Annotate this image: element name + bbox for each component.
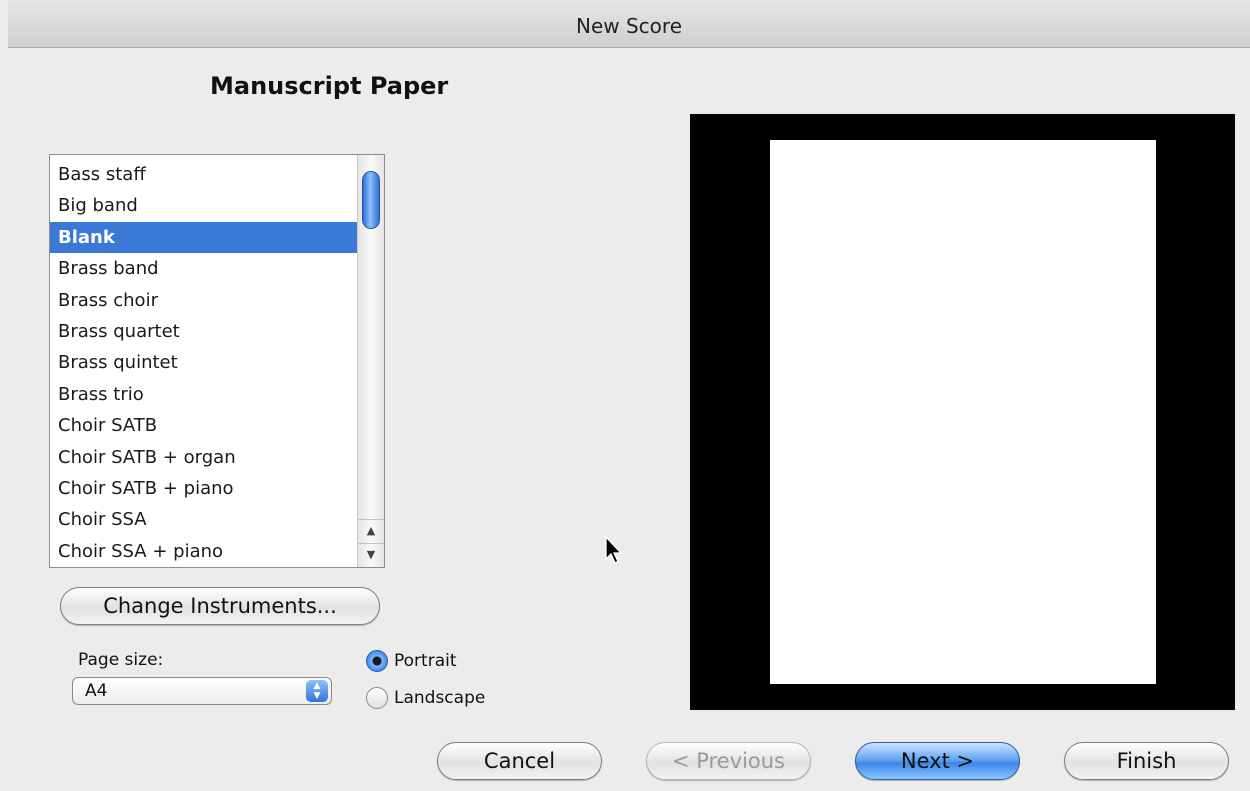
window-title-bar: New Score xyxy=(8,0,1250,48)
list-item[interactable]: Choir SATB + organ xyxy=(50,442,357,473)
page-size-value: A4 xyxy=(85,681,108,701)
finish-button[interactable]: Finish xyxy=(1064,742,1229,780)
list-item[interactable]: Bass staff xyxy=(50,159,357,190)
cancel-button[interactable]: Cancel xyxy=(437,742,602,780)
list-item[interactable]: Brass band xyxy=(50,253,357,284)
landscape-label: Landscape xyxy=(394,688,486,708)
list-items-container: Bass staff Big band Blank Brass band Brass c… xyxy=(50,159,357,567)
section-title: Manuscript Paper xyxy=(210,72,449,100)
list-item[interactable]: Choir SATB + piano xyxy=(50,473,357,504)
page-size-select[interactable]: A4 ▲ ▼ xyxy=(72,677,332,705)
list-item[interactable]: Big band xyxy=(50,190,357,221)
landscape-radio[interactable]: Landscape xyxy=(366,687,485,709)
manuscript-paper-list[interactable]: Bass staff Big band Blank Brass band Brass c… xyxy=(49,154,385,568)
list-item[interactable]: Brass trio xyxy=(50,379,357,410)
list-item[interactable]: Brass quartet xyxy=(50,316,357,347)
list-item[interactable]: Brass quintet xyxy=(50,347,357,378)
triangle-up-icon[interactable]: ▲ xyxy=(358,519,384,541)
radio-selected-icon xyxy=(366,650,388,672)
list-scrollbar[interactable]: ▲ ▼ xyxy=(357,155,384,567)
portrait-radio[interactable]: Portrait xyxy=(366,650,457,672)
page-size-label: Page size: xyxy=(78,650,164,670)
list-item[interactable]: Choir SSA + piano xyxy=(50,536,357,567)
list-item[interactable]: Blank xyxy=(50,221,357,254)
list-item[interactable]: Choir SATB xyxy=(50,410,357,441)
previous-button[interactable]: < Previous xyxy=(646,742,811,780)
list-item[interactable]: Brass choir xyxy=(50,285,357,316)
radio-unselected-icon xyxy=(366,687,388,709)
change-instruments-button[interactable]: Change Instruments... xyxy=(60,587,380,625)
blank-paper-preview xyxy=(770,140,1156,684)
next-button[interactable]: Next > xyxy=(855,742,1020,780)
window-title: New Score xyxy=(576,14,682,38)
scroll-thumb[interactable] xyxy=(362,171,380,229)
list-item[interactable]: Choir SSA xyxy=(50,504,357,535)
triangle-down-icon[interactable]: ▼ xyxy=(358,543,384,565)
portrait-label: Portrait xyxy=(394,651,457,671)
page-preview xyxy=(690,114,1235,710)
select-arrows-icon: ▲ ▼ xyxy=(306,680,328,702)
